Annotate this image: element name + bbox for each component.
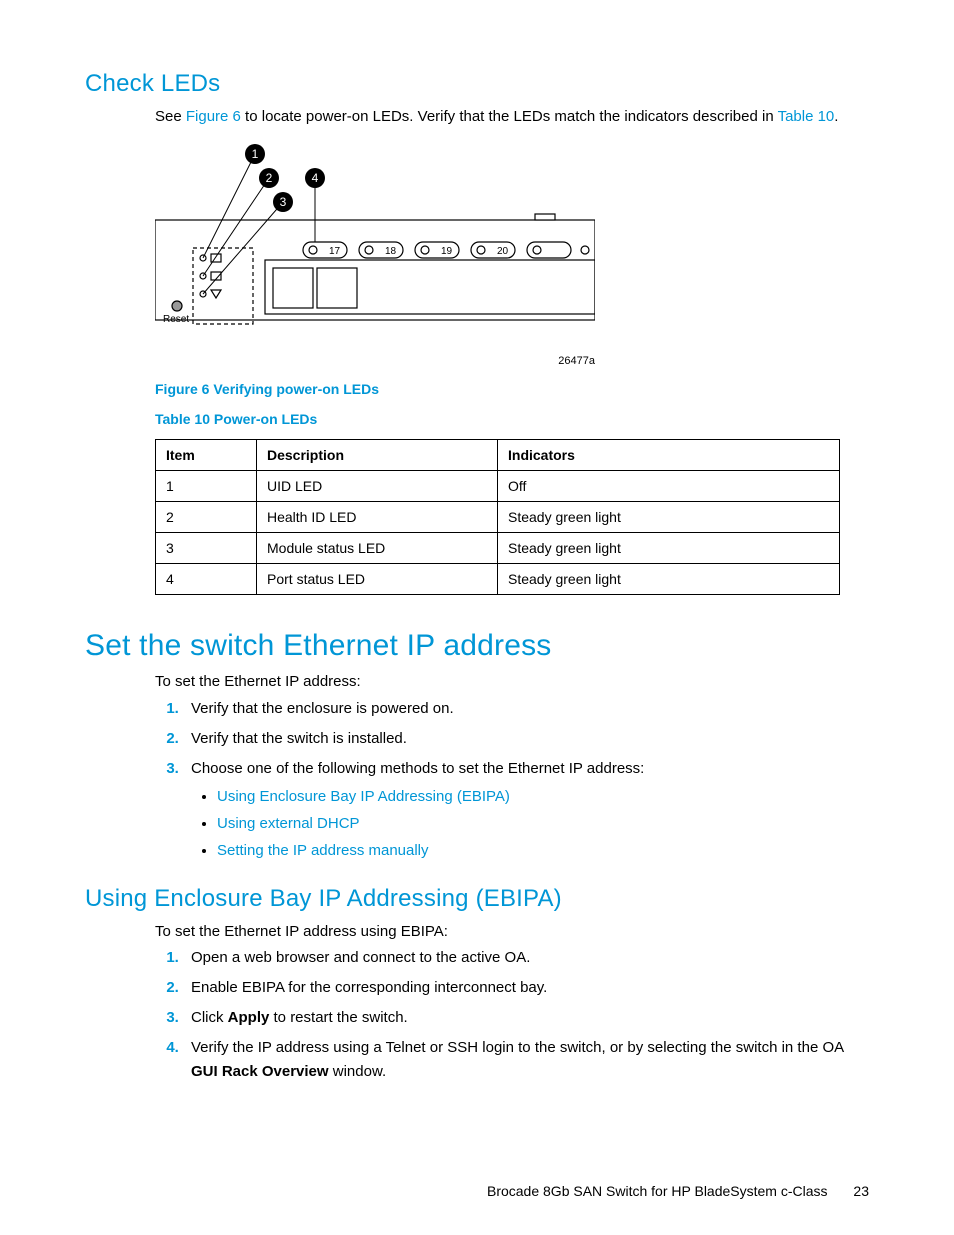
text: to locate power-on LEDs. Verify that the…: [241, 108, 778, 125]
figure-6-caption: Figure 6 Verifying power-on LEDs: [155, 381, 869, 397]
cell-ind: Off: [498, 470, 840, 501]
check-leds-intro: See Figure 6 to locate power-on LEDs. Ve…: [155, 106, 869, 128]
link-figure-6[interactable]: Figure 6: [186, 108, 241, 125]
text: Verify the IP address using a Telnet or …: [191, 1039, 843, 1056]
link-external-dhcp[interactable]: Using external DHCP: [217, 815, 360, 832]
diagram-id: 26477a: [155, 355, 595, 367]
th-item: Item: [156, 439, 257, 470]
port-20-label: 20: [497, 246, 509, 257]
link-ebipa[interactable]: Using Enclosure Bay IP Addressing (EBIPA…: [217, 788, 510, 805]
table-power-on-leds: Item Description Indicators 1 UID LED Of…: [155, 439, 840, 595]
callout-2: 2: [266, 171, 273, 185]
cell-ind: Steady green light: [498, 501, 840, 532]
cell-desc: Module status LED: [257, 532, 498, 563]
text: Click: [191, 1009, 228, 1026]
ebipa-steps: Open a web browser and connect to the ac…: [155, 946, 869, 1084]
list-item: Enable EBIPA for the corresponding inter…: [183, 976, 869, 1000]
bold-apply: Apply: [228, 1009, 270, 1026]
table-10-caption: Table 10 Power-on LEDs: [155, 411, 869, 427]
cell-item: 2: [156, 501, 257, 532]
cell-item: 3: [156, 532, 257, 563]
diagram-power-on-leds: 17 18 19 20 Reset 1 2 3 4 26477a: [155, 140, 595, 367]
port-19-label: 19: [441, 246, 453, 257]
list-item: Click Apply to restart the switch.: [183, 1006, 869, 1030]
cell-item: 1: [156, 470, 257, 501]
list-item: Verify that the enclosure is powered on.: [183, 697, 869, 721]
ebipa-intro: To set the Ethernet IP address using EBI…: [155, 921, 869, 943]
link-table-10[interactable]: Table 10: [778, 108, 835, 125]
table-header-row: Item Description Indicators: [156, 439, 840, 470]
list-item: Verify that the switch is installed.: [183, 727, 869, 751]
method-links: Using Enclosure Bay IP Addressing (EBIPA…: [195, 785, 869, 863]
port-18-label: 18: [385, 246, 397, 257]
table-row: 1 UID LED Off: [156, 470, 840, 501]
cell-desc: Port status LED: [257, 563, 498, 594]
list-item: Choose one of the following methods to s…: [183, 757, 869, 863]
page-footer: Brocade 8Gb SAN Switch for HP BladeSyste…: [487, 1183, 869, 1199]
cell-ind: Steady green light: [498, 563, 840, 594]
port-17-label: 17: [329, 246, 341, 257]
link-manual-ip[interactable]: Setting the IP address manually: [217, 842, 429, 859]
callout-1: 1: [252, 147, 259, 161]
text: window.: [329, 1063, 387, 1080]
text: .: [834, 108, 838, 125]
heading-ebipa: Using Enclosure Bay IP Addressing (EBIPA…: [85, 885, 869, 913]
bold-gui-rack: GUI Rack Overview: [191, 1063, 329, 1080]
list-item: Open a web browser and connect to the ac…: [183, 946, 869, 970]
table-row: 4 Port status LED Steady green light: [156, 563, 840, 594]
heading-set-ip: Set the switch Ethernet IP address: [85, 629, 869, 663]
th-indicators: Indicators: [498, 439, 840, 470]
callout-4: 4: [312, 171, 319, 185]
footer-title: Brocade 8Gb SAN Switch for HP BladeSyste…: [487, 1183, 828, 1199]
list-item: Verify the IP address using a Telnet or …: [183, 1036, 869, 1084]
cell-ind: Steady green light: [498, 532, 840, 563]
text: See: [155, 108, 186, 125]
set-ip-intro: To set the Ethernet IP address:: [155, 671, 869, 693]
th-description: Description: [257, 439, 498, 470]
set-ip-steps: Verify that the enclosure is powered on.…: [155, 697, 869, 863]
cell-desc: Health ID LED: [257, 501, 498, 532]
table-row: 3 Module status LED Steady green light: [156, 532, 840, 563]
cell-desc: UID LED: [257, 470, 498, 501]
reset-label: Reset: [163, 314, 189, 325]
text: to restart the switch.: [269, 1009, 407, 1026]
heading-check-leds: Check LEDs: [85, 70, 869, 98]
callout-3: 3: [280, 195, 287, 209]
text: Choose one of the following methods to s…: [191, 760, 644, 777]
cell-item: 4: [156, 563, 257, 594]
table-row: 2 Health ID LED Steady green light: [156, 501, 840, 532]
page-number: 23: [853, 1183, 869, 1199]
